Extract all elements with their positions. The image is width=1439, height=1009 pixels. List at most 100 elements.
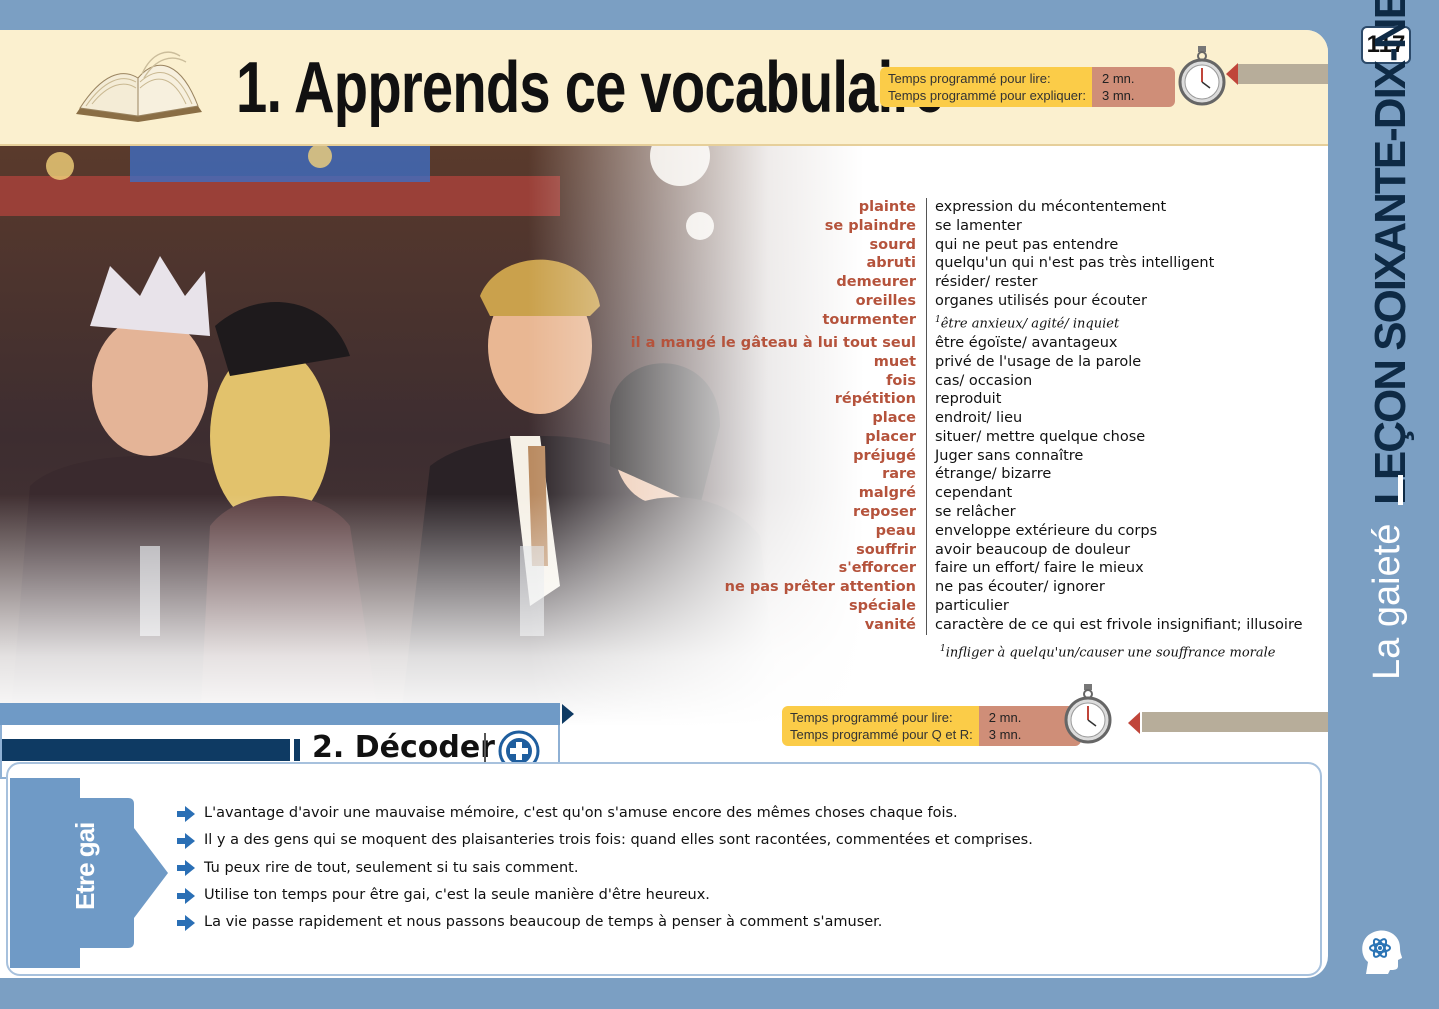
vocab-term: tourmenter bbox=[560, 310, 927, 334]
vocab-definition: se relâcher bbox=[927, 503, 1016, 522]
sidebar-divider bbox=[1398, 475, 1403, 505]
arrow-bullet-icon bbox=[177, 805, 195, 822]
theme-title: La gaieté bbox=[1366, 523, 1408, 680]
vocab-definition-text: être anxieux/ agité/ inquiet bbox=[940, 316, 1120, 332]
open-book-icon bbox=[76, 51, 202, 122]
brain-head-icon bbox=[1362, 930, 1402, 974]
vocab-definition: expression du mécontentement bbox=[927, 198, 1166, 217]
timer-box-section2: Temps programmé pour lire: Temps program… bbox=[782, 706, 1082, 746]
vocab-term: reposer bbox=[560, 503, 927, 522]
vocab-definition: ne pas écouter/ ignorer bbox=[927, 578, 1105, 597]
vocab-term: se plaindre bbox=[560, 216, 927, 236]
vocab-definition-text: étrange/ bizarre bbox=[935, 466, 1052, 483]
vocab-definition-text: résider/ rester bbox=[935, 274, 1038, 291]
vocab-definition-text: ne pas écouter/ ignorer bbox=[935, 579, 1105, 596]
vocab-term: place bbox=[560, 409, 927, 428]
vocab-definition-text: reproduit bbox=[935, 391, 1002, 408]
vocab-term: plainte bbox=[560, 198, 927, 217]
vocab-definition-text: faire un effort/ faire le mieux bbox=[935, 560, 1144, 577]
vocab-row: abruti quelqu'un qui n'est pas très intel… bbox=[560, 254, 1320, 274]
timer-value-read-2: 2 mn. bbox=[988, 710, 1022, 725]
vocab-term: malgré bbox=[560, 484, 927, 504]
vocab-definition: cas/ occasion bbox=[927, 372, 1032, 391]
vocab-definition: qui ne peut pas entendre bbox=[927, 236, 1118, 255]
vocabulary-list: plainte expression du mécontentement se pl… bbox=[560, 198, 1320, 635]
vocab-row: s'efforcer faire un effort/ faire le mieu… bbox=[560, 559, 1320, 579]
vocab-term: répétition bbox=[560, 390, 927, 410]
quote-item: Utilise ton temps pour être gai, c'est l… bbox=[176, 882, 1033, 909]
vocab-row: oreilles organes utilisés pour écouter bbox=[560, 291, 1320, 311]
vocab-row: placer situer/ mettre quelque chose bbox=[560, 427, 1320, 447]
timer-value-explain: 3 mn. bbox=[1101, 88, 1135, 103]
vocab-definition-text: être égoïste/ avantageux bbox=[935, 334, 1118, 351]
vocab-definition: particulier bbox=[927, 597, 1009, 616]
vocab-definition-text: expression du mécontentement bbox=[935, 199, 1167, 215]
quotes-list: L'avantage d'avoir une mauvaise mémoire,… bbox=[176, 800, 1033, 936]
vocab-row: rare étrange/ bizarre bbox=[560, 465, 1320, 485]
vocab-definition: résider/ rester bbox=[927, 273, 1037, 292]
timer-value-qr: 3 mn. bbox=[988, 727, 1022, 742]
vocab-definition: privé de l'usage de la parole bbox=[927, 353, 1141, 372]
vocab-definition-text: situer/ mettre quelque chose bbox=[935, 428, 1146, 445]
vocab-row: sourd qui ne peut pas entendre bbox=[560, 235, 1320, 255]
vocab-row: ne pas prêter attention ne pas écouter/ i… bbox=[560, 578, 1320, 598]
vocab-definition: quelqu'un qui n'est pas très intelligent bbox=[927, 254, 1214, 273]
arrow-bullet-icon bbox=[177, 832, 195, 849]
vocab-term: demeurer bbox=[560, 273, 927, 292]
vocab-row: malgré cependant bbox=[560, 484, 1320, 504]
vocab-definition-text: particulier bbox=[935, 598, 1009, 615]
vocab-definition-text: privé de l'usage de la parole bbox=[935, 353, 1142, 370]
vocab-definition: situer/ mettre quelque chose bbox=[927, 428, 1145, 447]
timer-labels-section2: Temps programmé pour lire: Temps program… bbox=[782, 706, 979, 746]
vocab-definition: Juger sans connaître bbox=[927, 447, 1083, 466]
footnote-text: infliger à quelqu'un/causer une souffran… bbox=[945, 645, 1276, 661]
vocab-row: vanité caractère de ce qui est frivole in… bbox=[560, 615, 1320, 635]
timer-label-read: Temps programmé pour lire: bbox=[888, 71, 1051, 86]
timer-label-read-2: Temps programmé pour lire: bbox=[790, 710, 953, 725]
vocab-term: peau bbox=[560, 521, 927, 541]
side-label: Etre gai bbox=[70, 822, 100, 910]
title-banner: 1. Apprends ce vocabulaire Temps program… bbox=[0, 30, 1328, 146]
section2-tick bbox=[294, 739, 300, 761]
timer-values: 2 mn. 3 mn. bbox=[1091, 67, 1175, 107]
vocab-definition-text: cas/ occasion bbox=[935, 372, 1033, 389]
grey-bar-2 bbox=[1142, 712, 1328, 732]
quote-text: La vie passe rapidement et nous passons … bbox=[204, 914, 883, 931]
red-arrow-icon bbox=[1226, 63, 1238, 85]
section2-title: 2. Décoder bbox=[312, 730, 495, 765]
vocab-row: peau enveloppe extérieure du corps bbox=[560, 521, 1320, 541]
vocab-term: oreilles bbox=[560, 291, 927, 311]
vocab-term: sourd bbox=[560, 235, 927, 255]
section2-header-bar bbox=[0, 703, 560, 725]
section2-dark-bar bbox=[2, 739, 290, 761]
vocab-row: spéciale particulier bbox=[560, 597, 1320, 616]
vocab-definition: étrange/ bizarre bbox=[927, 465, 1051, 484]
arrow-bullet-icon bbox=[177, 887, 195, 904]
arrow-bullet-icon bbox=[177, 860, 195, 877]
vocab-definition-text: organes utilisés pour écouter bbox=[935, 292, 1147, 309]
vocab-definition-text: se lamenter bbox=[935, 217, 1022, 234]
vocab-term: muet bbox=[560, 352, 927, 372]
vocab-definition: se lamenter bbox=[927, 217, 1022, 236]
vocab-term: préjugé bbox=[560, 446, 927, 466]
vocab-term: fois bbox=[560, 371, 927, 391]
quote-item: Tu peux rire de tout, seulement si tu sa… bbox=[176, 855, 1033, 882]
timer-label-explain: Temps programmé pour expliquer: bbox=[888, 88, 1086, 103]
lesson-title: LEÇON SOIXANTE-DIX-NEUF bbox=[1366, 0, 1415, 505]
quote-text: Utilise ton temps pour être gai, c'est l… bbox=[204, 887, 710, 904]
vocab-term: ne pas prêter attention bbox=[560, 578, 927, 598]
vocab-definition: être égoïste/ avantageux bbox=[927, 334, 1117, 353]
vocab-definition: organes utilisés pour écouter bbox=[927, 292, 1147, 311]
vocab-row: place endroit/ lieu bbox=[560, 409, 1320, 428]
vocab-definition: endroit/ lieu bbox=[927, 409, 1022, 428]
quote-text: L'avantage d'avoir une mauvaise mémoire,… bbox=[204, 805, 958, 822]
vocab-definition: enveloppe extérieure du corps bbox=[927, 522, 1157, 541]
vocab-row: fois cas/ occasion bbox=[560, 371, 1320, 391]
timer-label-qr: Temps programmé pour Q et R: bbox=[790, 727, 973, 742]
vocab-row: il a mangé le gâteau à lui tout seul être… bbox=[560, 333, 1320, 353]
vocab-definition-text: cependant bbox=[935, 485, 1013, 502]
vocab-term: s'efforcer bbox=[560, 559, 927, 579]
vocab-row: reposer se relâcher bbox=[560, 503, 1320, 522]
vocab-row: se plaindre se lamenter bbox=[560, 216, 1320, 236]
vocab-definition-text: enveloppe extérieure du corps bbox=[935, 522, 1158, 539]
